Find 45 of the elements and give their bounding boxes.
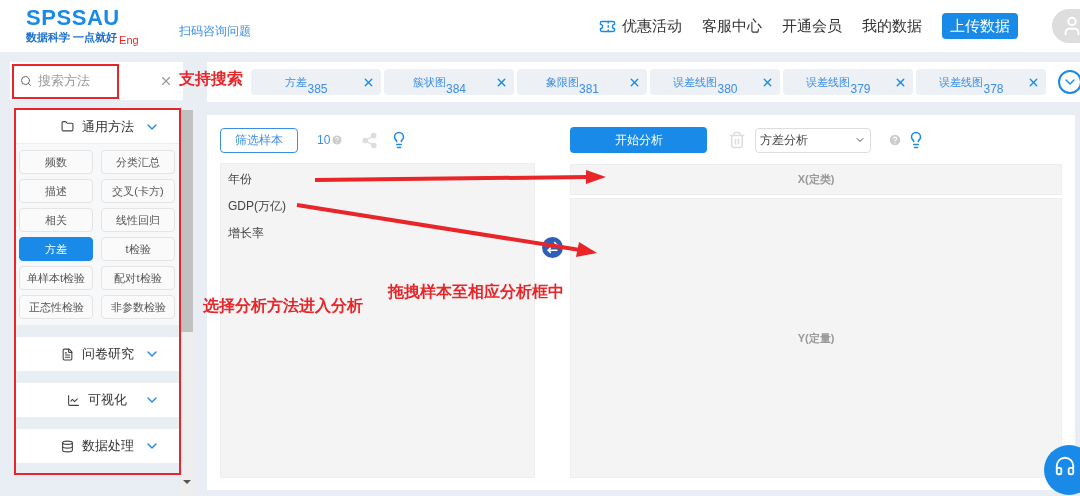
variable-item[interactable]: 年份 bbox=[228, 170, 252, 188]
method-select[interactable]: 方差分析 bbox=[755, 127, 871, 153]
help-icon[interactable] bbox=[331, 134, 344, 146]
nav-link[interactable]: 我的数据 bbox=[862, 14, 922, 38]
method-button[interactable]: 线性回归 bbox=[101, 208, 175, 232]
variable-item[interactable]: 增长率 bbox=[228, 224, 264, 242]
chart-icon bbox=[67, 393, 80, 407]
database-icon bbox=[60, 439, 74, 453]
expand-icon[interactable] bbox=[1058, 70, 1080, 94]
category-header[interactable]: 通用方法 bbox=[14, 110, 180, 144]
help-icon[interactable] bbox=[888, 133, 902, 147]
annotation-text: 拖拽样本至相应分析框中 bbox=[388, 282, 564, 302]
nav-link[interactable]: 开通会员 bbox=[782, 14, 842, 38]
method-button[interactable]: 正态性检验 bbox=[19, 295, 93, 319]
method-button[interactable]: 分类汇总 bbox=[101, 150, 175, 174]
category-header[interactable]: 问卷研究 bbox=[14, 337, 180, 371]
method-button[interactable]: 交叉(卡方) bbox=[101, 179, 175, 203]
annotation-text: 选择分析方法进入分析 bbox=[203, 296, 363, 316]
method-button[interactable]: 相关 bbox=[19, 208, 93, 232]
start-analysis-button[interactable]: 开始分析 bbox=[570, 127, 707, 153]
logo-title: SPSSAU bbox=[26, 6, 121, 29]
headset-icon bbox=[1054, 455, 1076, 477]
method-button[interactable]: 方差 bbox=[19, 237, 93, 261]
method-button[interactable]: 频数 bbox=[19, 150, 93, 174]
promo-link[interactable]: 优惠活动 bbox=[599, 14, 682, 38]
upload-button[interactable]: 上传数据 bbox=[942, 13, 1018, 39]
clear-icon[interactable] bbox=[159, 74, 173, 88]
consult-link[interactable]: 扫码咨询问题 bbox=[179, 22, 251, 40]
language-link[interactable]: Eng bbox=[119, 31, 139, 49]
filter-samples-button[interactable]: 筛选样本 bbox=[220, 127, 298, 153]
category-header[interactable]: 数据处理 bbox=[14, 429, 180, 463]
method-button[interactable]: 单样本t检验 bbox=[19, 266, 93, 290]
logo-slogan: 数据科学 一点就好 bbox=[26, 29, 118, 45]
sample-count: 10 bbox=[317, 132, 331, 149]
search-input[interactable]: 搜索方法 bbox=[38, 71, 153, 91]
nav-link[interactable]: 客服中心 bbox=[702, 14, 762, 38]
method-button[interactable]: t检验 bbox=[101, 237, 175, 261]
method-button[interactable]: 描述 bbox=[19, 179, 93, 203]
variable-item[interactable]: GDP(万亿) bbox=[228, 197, 286, 215]
method-button[interactable]: 非参数检验 bbox=[101, 295, 175, 319]
method-button[interactable]: 配对t检验 bbox=[101, 266, 175, 290]
folder-icon bbox=[60, 120, 74, 133]
category-header[interactable]: 可视化 bbox=[14, 383, 180, 417]
document-icon bbox=[60, 347, 74, 361]
search-icon bbox=[20, 75, 32, 87]
